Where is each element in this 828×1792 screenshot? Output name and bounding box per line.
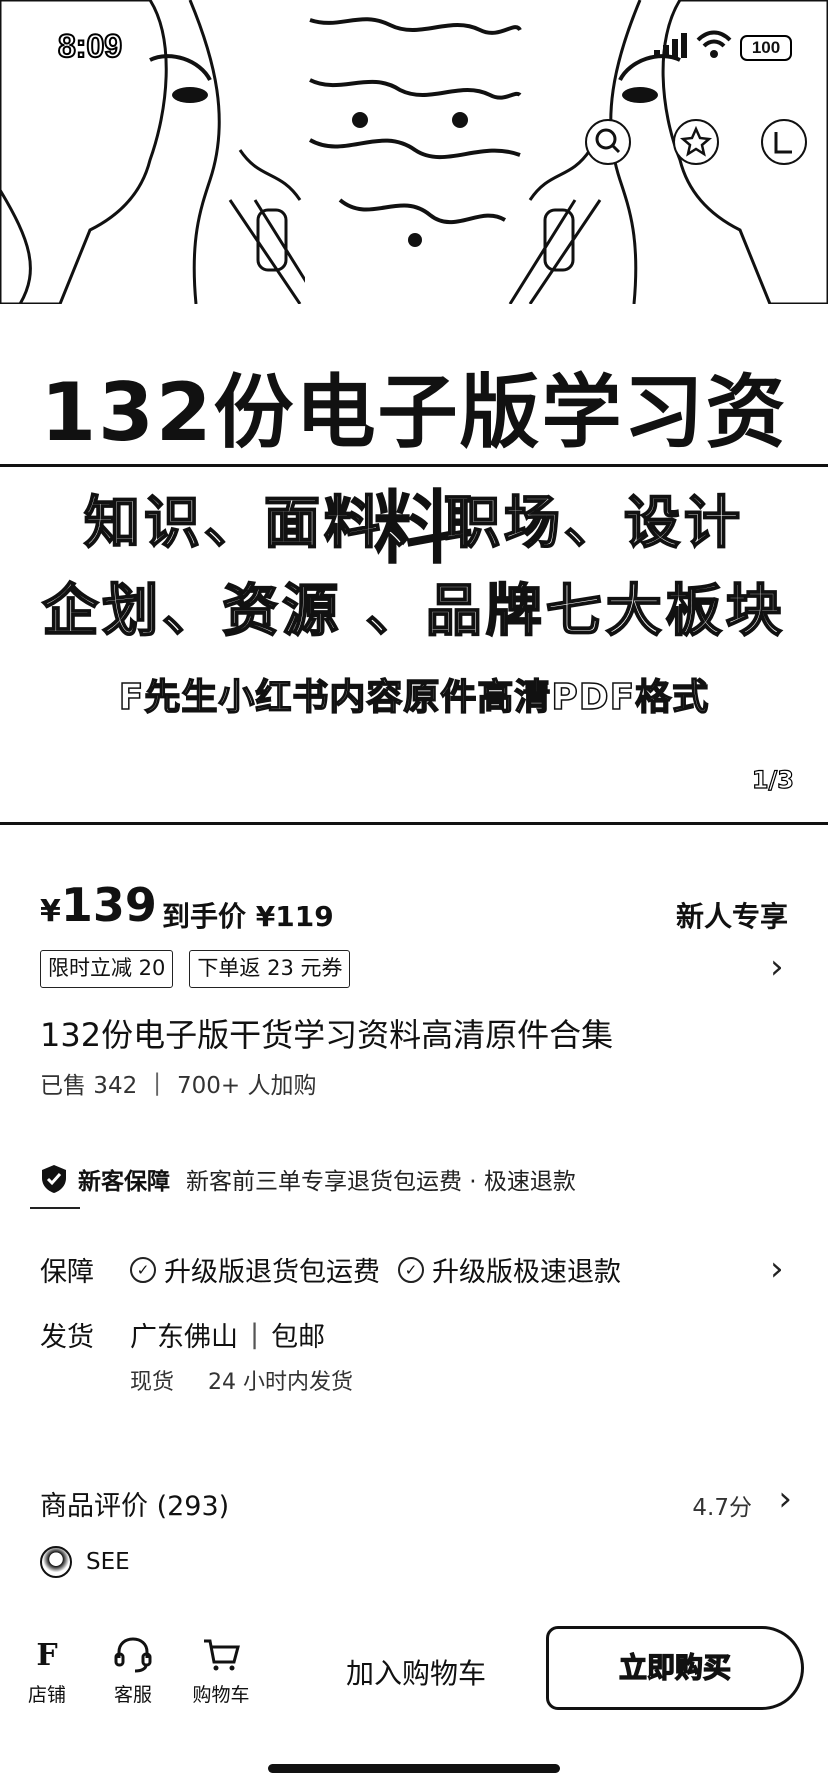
shipping-origin: 广东佛山 <box>130 1322 238 1353</box>
coupon-tag[interactable]: 下单返 23 元券 <box>189 950 351 988</box>
carousel-page-indicator: 1/3 <box>751 765 794 794</box>
coupon-tag[interactable]: 限时立减 20 <box>40 950 174 988</box>
service-item: ✓ 升级版退货包运费 <box>130 1250 380 1289</box>
reviewer-name: SEE <box>86 1549 130 1575</box>
store-button[interactable]: F 店铺 <box>12 1634 82 1707</box>
separator: | <box>153 1070 161 1096</box>
guarantee-desc: 新客前三单专享退货包运费 · 极速退款 <box>186 1169 576 1195</box>
reviews-header[interactable]: 商品评价 (293) 4.7分 › <box>40 1482 792 1523</box>
bottom-action-bar: F 店铺 客服 购物车 加入购物车 立即购买 <box>0 1614 828 1734</box>
share-icon[interactable] <box>760 118 808 166</box>
cart-icon <box>204 1639 240 1671</box>
buy-now-button[interactable]: 立即购买 <box>546 1626 804 1710</box>
cart-button[interactable]: 购物车 <box>186 1634 256 1707</box>
customer-service-button[interactable]: 客服 <box>98 1634 168 1707</box>
reviews-title: 商品评价 (293) <box>40 1491 230 1522</box>
cart-label: 购物车 <box>192 1684 250 1706</box>
separator: | <box>250 1319 260 1350</box>
banner-subtitle-2: 企划、资源 、品牌七大板块 <box>41 577 786 645</box>
service-label: 客服 <box>113 1684 152 1706</box>
sales-info: 已售 342 | 700+ 人加购 <box>40 1066 316 1100</box>
cart-count: 700+ 人加购 <box>176 1073 317 1099</box>
status-bar: 8:09 100 <box>0 0 828 100</box>
search-icon[interactable] <box>584 118 632 166</box>
shipping-row: 发货 广东佛山 | 包邮 <box>40 1315 325 1354</box>
banner-caption: F先生小红书内容原件高清PDF格式 <box>118 676 710 719</box>
product-title: 132份电子版干货学习资料高清原件合集 <box>40 1016 614 1054</box>
service-item-label: 升级版极速退款 <box>432 1257 621 1288</box>
free-shipping: 包邮 <box>271 1322 326 1353</box>
shipping-time: 24 小时内发货 <box>208 1370 354 1395</box>
store-label: 店铺 <box>27 1684 66 1706</box>
service-item-label: 升级版退货包运费 <box>164 1257 380 1288</box>
shipping-label: 发货 <box>40 1322 94 1353</box>
shipping-details: 现货 24 小时内发货 <box>130 1364 353 1396</box>
product-image-carousel[interactable]: 8:09 100 132份电子版学习资料 知识、面料、职场、设计 企划、资源 、… <box>0 0 828 826</box>
status-time: 8:09 <box>57 27 123 65</box>
price-amount: 139 <box>60 878 157 932</box>
review-item[interactable]: SEE <box>40 1546 130 1578</box>
headset-icon <box>114 1637 152 1673</box>
final-price: 到手价 ¥119 <box>162 900 334 933</box>
new-customer-guarantee[interactable]: 新客保障 新客前三单专享退货包运费 · 极速退款 <box>40 1162 576 1196</box>
banner-bottom-divider <box>0 822 828 825</box>
stock-status: 现货 <box>130 1370 175 1395</box>
battery-indicator: 100 <box>740 35 792 61</box>
chevron-right-icon[interactable]: › <box>770 1252 784 1286</box>
coupon-list[interactable]: 限时立减 20 下单返 23 元券 <box>40 950 351 988</box>
banner-divider <box>0 464 828 467</box>
home-indicator[interactable] <box>268 1764 560 1773</box>
current-price: ¥139 <box>40 878 157 932</box>
service-guarantee-row[interactable]: 保障 ✓ 升级版退货包运费 ✓ 升级版极速退款 <box>40 1250 639 1289</box>
star-icon[interactable] <box>672 118 720 166</box>
chevron-right-icon[interactable]: › <box>778 1482 792 1516</box>
banner-subtitle-1: 知识、面料、职场、设计 <box>83 489 744 557</box>
chevron-right-icon[interactable]: › <box>770 950 784 984</box>
wifi-icon <box>696 30 732 58</box>
price-row: ¥139 到手价 ¥119 新人专享 <box>40 878 788 938</box>
add-to-cart-button[interactable]: 加入购物车 <box>318 1646 514 1702</box>
currency-symbol: ¥ <box>40 894 61 929</box>
check-circle-icon: ✓ <box>130 1256 156 1283</box>
store-logo-icon: F <box>36 1637 58 1673</box>
new-user-badge: 新人专享 <box>675 900 788 933</box>
rating-score: 4.7分 <box>692 1495 752 1521</box>
divider <box>30 1207 80 1209</box>
service-item: ✓ 升级版极速退款 <box>398 1250 621 1289</box>
check-circle-icon: ✓ <box>398 1256 424 1283</box>
guarantee-title: 新客保障 <box>78 1169 170 1195</box>
sold-count: 已售 342 <box>40 1073 138 1099</box>
avatar <box>40 1546 72 1578</box>
signal-icon <box>654 33 687 58</box>
shield-check-icon <box>42 1165 66 1193</box>
service-label: 保障 <box>40 1257 94 1288</box>
